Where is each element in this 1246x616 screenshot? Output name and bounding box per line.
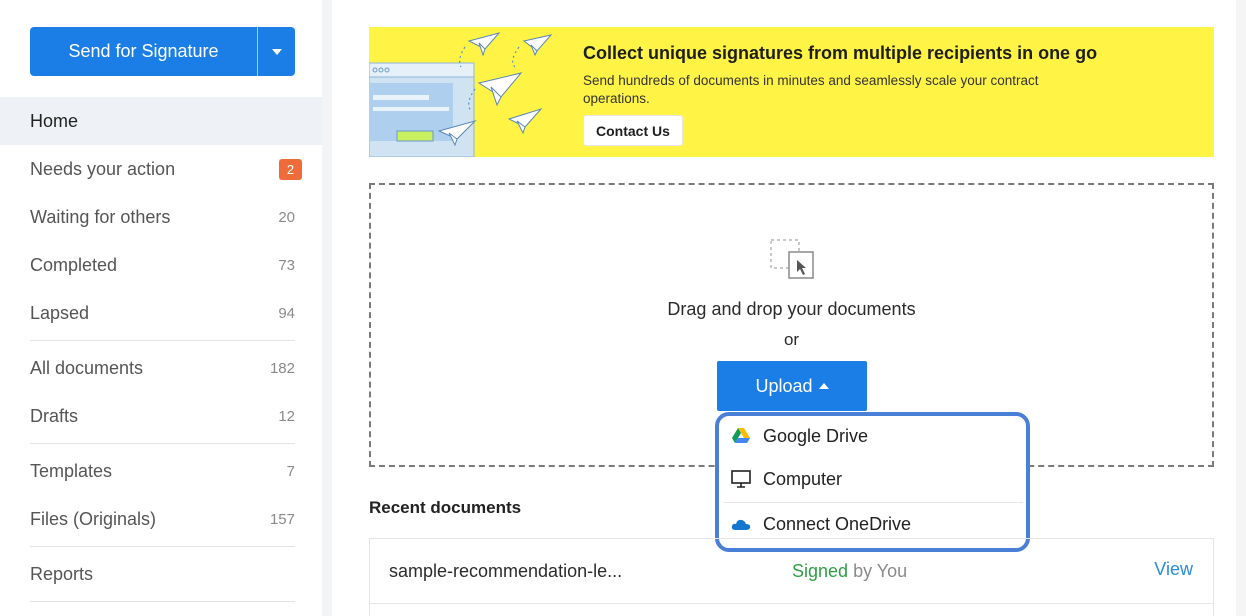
sidebar-item-label: All documents xyxy=(30,357,144,378)
sidebar-item-completed[interactable]: Completed 73 xyxy=(0,241,322,289)
sidebar-item-label: Files (Originals) xyxy=(30,508,157,529)
sidebar-item-templates[interactable]: Templates 7 xyxy=(0,447,322,495)
send-for-signature-button[interactable]: Send for Signature xyxy=(30,27,295,76)
sidebar-item-needs-your-action[interactable]: Needs your action 2 xyxy=(0,145,322,193)
document-name[interactable]: sample-recommendation-le... xyxy=(389,561,622,582)
sidebar-item-all-documents[interactable]: All documents 182 xyxy=(0,344,322,392)
recent-documents-list: sample-recommendation-le... Signed by Yo… xyxy=(369,538,1214,616)
dropzone-or: or xyxy=(783,330,800,349)
sidebar-item-home[interactable]: Home xyxy=(0,97,322,145)
upload-button[interactable]: Upload xyxy=(717,361,867,411)
sidebar-item-files-originals[interactable]: Files (Originals) 157 xyxy=(0,495,322,543)
menu-item-computer[interactable]: Computer xyxy=(731,459,1021,499)
send-for-signature-label[interactable]: Send for Signature xyxy=(30,27,258,76)
sidebar-item-label: Templates xyxy=(30,460,113,481)
upload-source-menu: Google Drive Computer Connect OneDrive xyxy=(715,412,1030,552)
banner-title: Collect unique signatures from multiple … xyxy=(583,43,1098,63)
sidebar-item-count: 7 xyxy=(286,462,295,480)
sidebar-item-label: Drafts xyxy=(30,405,79,426)
sidebar-divider xyxy=(30,601,295,602)
sidebar-item-count: 157 xyxy=(269,510,295,528)
sidebar-nav: Home Needs your action 2 Waiting for oth… xyxy=(0,97,322,605)
menu-item-label: Connect OneDrive xyxy=(763,513,912,534)
drag-drop-icon xyxy=(770,239,814,279)
sidebar-item-count: 12 xyxy=(278,407,295,425)
upload-button-label: Upload xyxy=(755,375,813,396)
sidebar-item-count: 73 xyxy=(278,256,295,274)
status-badge: 2 xyxy=(279,158,302,180)
onedrive-icon xyxy=(731,514,751,534)
computer-icon xyxy=(731,469,751,489)
scrollbar[interactable] xyxy=(1236,0,1246,616)
row-divider xyxy=(370,603,1213,604)
sidebar-divider xyxy=(30,443,295,444)
sidebar-item-count: 94 xyxy=(278,304,295,322)
view-document-link[interactable]: View xyxy=(1154,559,1193,580)
chevron-down-icon xyxy=(271,48,282,55)
promo-banner: Collect unique signatures from multiple … xyxy=(369,27,1214,157)
banner-illustration xyxy=(369,32,553,157)
sidebar-item-lapsed[interactable]: Lapsed 94 xyxy=(0,289,322,337)
menu-divider xyxy=(723,502,1023,503)
sidebar-item-count: 20 xyxy=(278,208,295,226)
sidebar-item-count: 182 xyxy=(269,359,295,377)
sidebar-divider xyxy=(30,546,295,547)
sidebar-item-waiting-for-others[interactable]: Waiting for others 20 xyxy=(0,193,322,241)
menu-item-google-drive[interactable]: Google Drive xyxy=(731,416,1021,456)
dropzone-text: Drag and drop your documents xyxy=(667,299,916,319)
menu-item-label: Computer xyxy=(763,468,843,489)
contact-us-button[interactable]: Contact Us xyxy=(583,115,683,146)
menu-item-label: Google Drive xyxy=(763,425,869,446)
sidebar: Send for Signature Home Needs your actio… xyxy=(0,0,322,616)
status-signed: Signed xyxy=(792,561,849,581)
sidebar-item-label: Completed xyxy=(30,254,118,275)
sidebar-separator xyxy=(322,0,332,616)
send-options-dropdown-button[interactable] xyxy=(258,27,295,76)
sidebar-item-label: Waiting for others xyxy=(30,206,171,227)
sidebar-item-reports[interactable]: Reports xyxy=(0,550,322,598)
sidebar-divider xyxy=(30,340,295,341)
document-status: Signed by You xyxy=(792,561,907,582)
status-by: by You xyxy=(853,561,908,581)
sidebar-item-label: Lapsed xyxy=(30,302,90,323)
sidebar-item-label: Needs your action xyxy=(30,158,176,179)
banner-subtitle: Send hundreds of documents in minutes an… xyxy=(583,73,1039,106)
sidebar-item-drafts[interactable]: Drafts 12 xyxy=(0,392,322,440)
chevron-up-icon xyxy=(818,383,829,389)
sidebar-item-label: Home xyxy=(30,110,79,131)
recent-documents-title: Recent documents xyxy=(369,498,522,517)
google-drive-icon xyxy=(731,426,751,446)
sidebar-item-label: Reports xyxy=(30,563,94,584)
